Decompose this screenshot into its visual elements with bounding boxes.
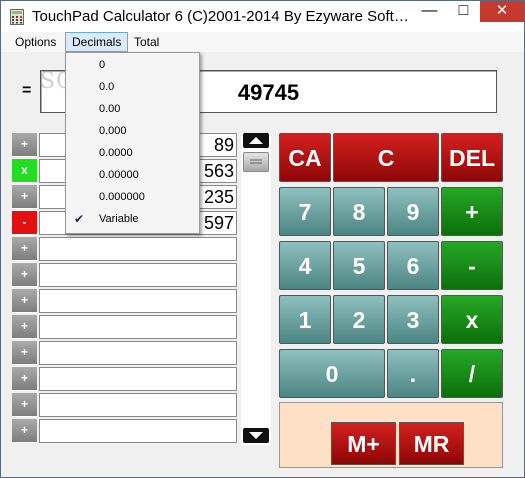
digit-1-button[interactable]: 1 — [279, 295, 331, 344]
digit-0-button[interactable]: 0 — [279, 349, 385, 398]
digit-8-button[interactable]: 8 — [333, 187, 385, 236]
tape-row[interactable]: + — [12, 263, 239, 287]
decimals-option[interactable]: 0 — [66, 54, 199, 76]
tape-operator-button[interactable]: x — [12, 159, 37, 183]
close-button[interactable]: ✕ — [480, 1, 524, 22]
minimize-button[interactable]: — — [413, 1, 446, 23]
tape-operator-button[interactable]: + — [12, 341, 37, 365]
clear-button[interactable]: C — [333, 133, 439, 182]
decimals-option-variable[interactable]: ✔ Variable — [66, 208, 199, 230]
decimals-option[interactable]: 0.0 — [66, 76, 199, 98]
tape-operator-button[interactable]: + — [12, 289, 37, 313]
scroll-up-arrow-icon[interactable] — [243, 133, 269, 148]
decimals-option-label: 0.000000 — [99, 191, 145, 203]
decimals-option-label: Variable — [99, 213, 139, 225]
tape-row[interactable]: + — [12, 315, 239, 339]
maximize-button[interactable]: □ — [447, 1, 480, 23]
tape-value[interactable] — [39, 341, 237, 365]
memory-panel: M+ MR — [279, 402, 503, 468]
decimals-option-label: 0.0000 — [99, 147, 133, 159]
digit-7-button[interactable]: 7 — [279, 187, 331, 236]
divide-button[interactable]: / — [441, 349, 503, 398]
grip-icon — [250, 159, 262, 164]
digit-4-button[interactable]: 4 — [279, 241, 331, 290]
menu-bar: Options Decimals Total — [1, 32, 524, 52]
decimals-option[interactable]: 0.000000 — [66, 186, 199, 208]
scroll-down-arrow-icon[interactable] — [243, 428, 269, 443]
tape-operator-button[interactable]: + — [12, 393, 37, 417]
tape-row[interactable]: + — [12, 341, 239, 365]
tape-value[interactable] — [39, 315, 237, 339]
window-title: TouchPad Calculator 6 (C)2001-2014 By Ez… — [32, 8, 418, 25]
tape-value[interactable] — [39, 367, 237, 391]
decimal-point-button[interactable]: . — [387, 349, 439, 398]
tape-operator-button[interactable]: + — [12, 367, 37, 391]
tape-operator-button[interactable]: + — [12, 133, 37, 157]
tape-operator-button[interactable]: + — [12, 237, 37, 261]
tape-operator-button[interactable]: - — [12, 211, 37, 235]
menu-decimals[interactable]: Decimals — [65, 32, 129, 52]
tape-row[interactable]: + — [12, 367, 239, 391]
tape-operator-button[interactable]: + — [12, 263, 37, 287]
multiply-button[interactable]: x — [441, 295, 503, 344]
tape-value[interactable] — [39, 419, 237, 443]
tape-value[interactable] — [39, 263, 237, 287]
decimals-dropdown-menu: 0 0.0 0.00 0.000 0.0000 0.00000 0.000000… — [65, 52, 200, 234]
tape-value[interactable] — [39, 393, 237, 417]
tape-operator-button[interactable]: + — [12, 315, 37, 339]
add-button[interactable]: + — [441, 187, 503, 236]
digit-6-button[interactable]: 6 — [387, 241, 439, 290]
menu-total[interactable]: Total — [128, 32, 165, 52]
tape-value[interactable] — [39, 237, 237, 261]
digit-5-button[interactable]: 5 — [333, 241, 385, 290]
memory-add-button[interactable]: M+ — [331, 422, 396, 465]
checkmark-icon: ✔ — [74, 212, 85, 226]
tape-row[interactable]: + — [12, 237, 239, 261]
decimals-option-label: 0.00 — [99, 103, 121, 115]
decimals-option-label: 0.0 — [99, 81, 115, 93]
memory-recall-button[interactable]: MR — [399, 422, 464, 465]
delete-button[interactable]: DEL — [441, 133, 503, 182]
decimals-option[interactable]: 0.00 — [66, 98, 199, 120]
decimals-option-label: 0.000 — [99, 125, 127, 137]
scroll-thumb[interactable] — [243, 152, 269, 172]
calculator-window: TouchPad Calculator 6 (C)2001-2014 By Ez… — [0, 0, 525, 478]
clear-all-button[interactable]: CA — [279, 133, 331, 182]
tape-operator-button[interactable]: + — [12, 419, 37, 443]
subtract-button[interactable]: - — [441, 241, 503, 290]
equals-sign: = — [22, 82, 32, 99]
digit-3-button[interactable]: 3 — [387, 295, 439, 344]
calculator-app-icon — [10, 9, 24, 25]
menu-options[interactable]: Options — [9, 32, 62, 52]
tape-scrollbar[interactable] — [241, 133, 271, 445]
tape-row[interactable]: + — [12, 419, 239, 443]
tape-value[interactable] — [39, 289, 237, 313]
tape-row[interactable]: + — [12, 393, 239, 417]
digit-2-button[interactable]: 2 — [333, 295, 385, 344]
decimals-option-label: 0.00000 — [99, 169, 139, 181]
decimals-option[interactable]: 0.00000 — [66, 164, 199, 186]
decimals-option[interactable]: 0.0000 — [66, 142, 199, 164]
title-bar[interactable]: TouchPad Calculator 6 (C)2001-2014 By Ez… — [1, 1, 524, 32]
digit-9-button[interactable]: 9 — [387, 187, 439, 236]
tape-operator-button[interactable]: + — [12, 185, 37, 209]
tape-row[interactable]: + — [12, 289, 239, 313]
decimals-option-label: 0 — [99, 59, 106, 71]
decimals-option[interactable]: 0.000 — [66, 120, 199, 142]
